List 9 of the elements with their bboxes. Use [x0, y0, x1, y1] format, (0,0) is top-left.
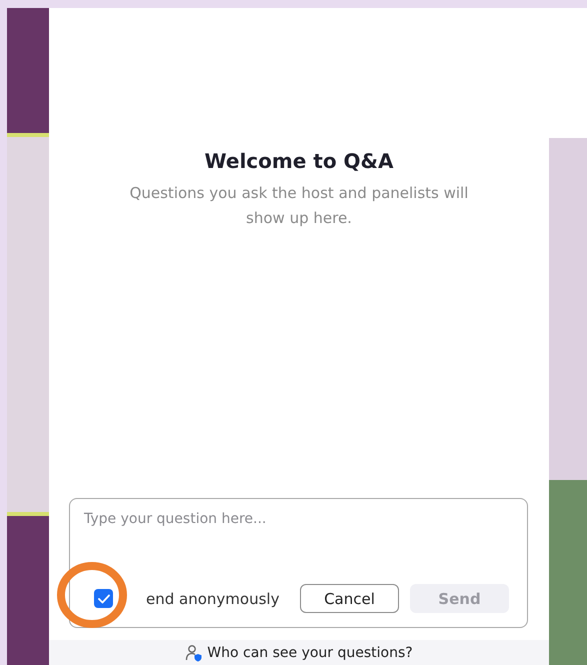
- welcome-title: Welcome to Q&A: [204, 149, 394, 173]
- anonymous-checkbox[interactable]: [94, 589, 113, 608]
- check-icon: [98, 594, 110, 604]
- cancel-button[interactable]: Cancel: [300, 584, 399, 613]
- highlight-ring: [57, 562, 127, 628]
- question-field[interactable]: Type your question here...: [82, 509, 519, 563]
- welcome-subtitle: Questions you ask the host and panelists will show up here.: [128, 183, 470, 229]
- anonymous-label: end anonymously: [146, 590, 280, 608]
- person-shield-icon: [185, 644, 204, 662]
